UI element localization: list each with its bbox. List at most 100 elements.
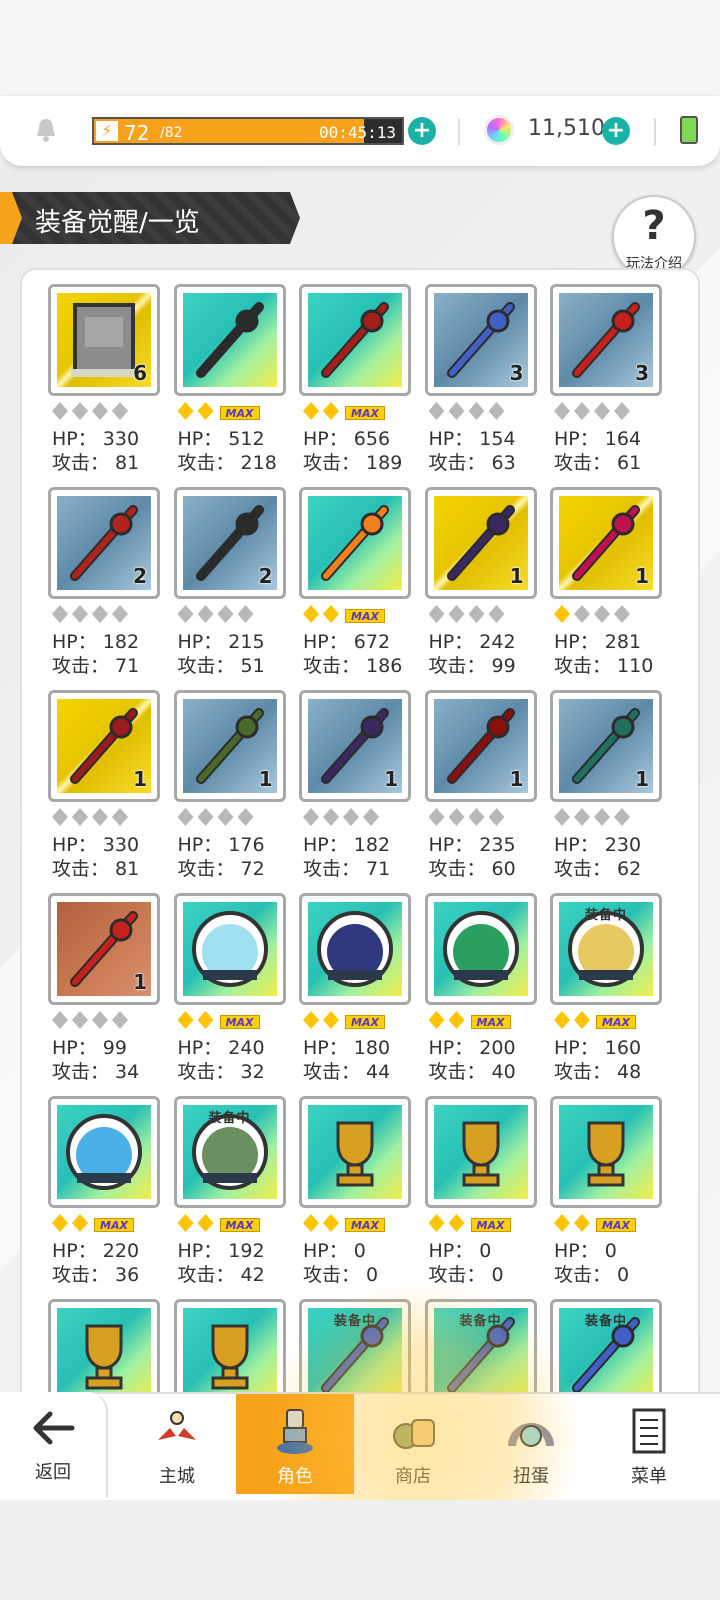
- nav-menu[interactable]: 菜单: [590, 1394, 708, 1494]
- equipment-card[interactable]: [173, 284, 286, 396]
- hp-stat: HP： 154: [428, 428, 516, 450]
- max-badge: MAX: [219, 1218, 260, 1232]
- equipment-card-bg: 1: [433, 496, 528, 590]
- max-badge: MAX: [345, 1218, 385, 1232]
- equipment-item-red-scythe[interactable]: 2 HP： 182 攻击： 71: [48, 487, 160, 683]
- equipment-card[interactable]: [424, 893, 537, 1005]
- equipment-card[interactable]: 2: [48, 487, 160, 599]
- equipment-card[interactable]: 6: [48, 284, 160, 396]
- equipment-item-gold-trophy[interactable]: MAX HP： 0 攻击： 0: [299, 1096, 411, 1292]
- equipment-card[interactable]: 1: [550, 690, 662, 802]
- back-button[interactable]: 返回: [0, 1392, 108, 1498]
- gold-diamond-icon: [197, 1011, 214, 1029]
- gem-icon: [484, 115, 514, 145]
- max-badge: MAX: [470, 1015, 511, 1029]
- equipment-item-forest-orb[interactable]: MAX HP： 240 攻击： 32: [173, 893, 286, 1089]
- gray-diamond-icon: [574, 605, 590, 623]
- equipment-card[interactable]: 1: [173, 690, 286, 802]
- gold-diamond-icon: [323, 605, 339, 623]
- equipped-label: 装备中: [584, 908, 627, 923]
- hp-stat: HP： 281: [554, 631, 642, 653]
- equipment-card[interactable]: 1: [550, 487, 662, 599]
- equipment-item-silver-trophy[interactable]: MAX HP： 0 攻击： 0: [424, 1096, 537, 1292]
- equipment-item-purple-axe[interactable]: 1 HP： 242 攻击： 99: [424, 487, 537, 683]
- equipment-item-blue-sword[interactable]: 3 HP： 154 攻击： 63: [424, 284, 537, 480]
- equipment-card-bg: 装备中: [559, 902, 653, 996]
- gray-diamond-icon: [448, 605, 465, 623]
- gray-diamond-icon: [574, 402, 590, 420]
- attack-stat: 攻击： 99: [428, 655, 516, 677]
- equipment-card-bg: [182, 1308, 277, 1402]
- equipment-card[interactable]: 2: [173, 487, 286, 599]
- nav-shop[interactable]: 商店: [354, 1394, 472, 1494]
- equipment-card[interactable]: [299, 284, 411, 396]
- awakening-stars: [52, 806, 160, 828]
- equipment-card-bg: 1: [559, 699, 653, 793]
- attack-stat: 攻击： 0: [303, 1264, 379, 1286]
- equipment-item-red-spear[interactable]: 3 HP： 164 攻击： 61: [550, 284, 662, 480]
- equipment-item-desert-orb[interactable]: MAX HP： 180 攻击： 44: [299, 893, 411, 1089]
- equipment-item-bronze-trophy[interactable]: MAX HP： 0 攻击： 0: [550, 1096, 662, 1292]
- equipment-card[interactable]: 1: [424, 487, 537, 599]
- equipment-item-dark-pickaxe[interactable]: 2 HP： 215 攻击： 51: [173, 487, 286, 683]
- equipment-card[interactable]: [48, 1096, 160, 1208]
- equipment-card[interactable]: [424, 1096, 537, 1208]
- equipment-item-blue-spear[interactable]: 1 HP： 99 攻击： 34: [48, 893, 160, 1089]
- equipment-card[interactable]: [299, 1096, 411, 1208]
- awakening-stars: [554, 603, 662, 625]
- equipment-card[interactable]: 1: [424, 690, 537, 802]
- equipment-card[interactable]: 1: [48, 690, 160, 802]
- page-title: 装备觉醒/一览: [35, 208, 200, 238]
- equipment-item-ruins-orb[interactable]: 装备中 MAX HP： 160 攻击： 48: [550, 893, 662, 1089]
- equipment-item-red-bow[interactable]: 1 HP： 330 攻击： 81: [48, 690, 160, 886]
- equipment-item-red-chest-armor[interactable]: MAX HP： 656 攻击： 189: [299, 284, 411, 480]
- item-count: 3: [635, 361, 649, 385]
- help-button[interactable]: ? 玩法介绍: [612, 195, 696, 279]
- equipment-item-night-orb[interactable]: 装备中 MAX HP： 192 攻击： 42: [173, 1096, 286, 1292]
- equipment-item-orange-pickaxe[interactable]: MAX HP： 512 攻击： 218: [173, 284, 286, 480]
- gray-diamond-icon: [112, 402, 128, 420]
- equipment-card[interactable]: [299, 487, 411, 599]
- equipment-item-red-boomerang[interactable]: 1 HP： 235 攻击： 60: [424, 690, 537, 886]
- menu-icon: [624, 1406, 674, 1456]
- equipment-card-bg: [308, 496, 402, 590]
- gray-diamond-icon: [197, 808, 214, 826]
- add-energy-button[interactable]: +: [408, 117, 436, 145]
- max-badge: MAX: [345, 406, 385, 420]
- equipment-item-green-gauntlet[interactable]: 1 HP： 230 攻击： 62: [550, 690, 662, 886]
- equipment-item-fire-mace[interactable]: MAX HP： 672 攻击： 186: [299, 487, 411, 683]
- equipment-item-ice-orb[interactable]: MAX HP： 220 攻击： 36: [48, 1096, 160, 1292]
- equipment-card-bg: 1: [57, 699, 151, 793]
- nav-gacha[interactable]: 扭蛋: [472, 1394, 590, 1494]
- max-badge: MAX: [345, 609, 385, 623]
- equipment-item-red-axe[interactable]: 1 HP： 182 攻击： 71: [299, 690, 411, 886]
- equipment-card[interactable]: [550, 1096, 662, 1208]
- equipment-item-ship-orb[interactable]: MAX HP： 200 攻击： 40: [424, 893, 537, 1089]
- hp-stat: HP： 99: [52, 1037, 127, 1059]
- attack-stat: 攻击： 32: [177, 1061, 265, 1083]
- add-gems-button[interactable]: +: [602, 117, 630, 145]
- equipment-card-bg: 装备中: [308, 1308, 402, 1402]
- gold-diamond-icon: [554, 1011, 570, 1029]
- equipment-card[interactable]: [299, 893, 411, 1005]
- equipment-card[interactable]: [173, 893, 286, 1005]
- equipment-item-stone-tablet[interactable]: 6 HP： 330 攻击： 81: [48, 284, 160, 480]
- equipment-card[interactable]: 3: [424, 284, 537, 396]
- equipment-card[interactable]: 3: [550, 284, 662, 396]
- gray-diamond-icon: [614, 605, 630, 623]
- equipment-item-green-halberd[interactable]: 1 HP： 176 攻击： 72: [173, 690, 286, 886]
- gold-diamond-icon: [177, 1214, 194, 1232]
- nav-town[interactable]: 主城: [118, 1394, 236, 1494]
- attack-stat: 攻击： 81: [52, 452, 140, 474]
- equipment-card[interactable]: 1: [299, 690, 411, 802]
- equipment-card[interactable]: 装备中: [173, 1096, 286, 1208]
- equipment-card-bg: 装备中: [559, 1308, 653, 1402]
- gray-diamond-icon: [448, 808, 465, 826]
- equipped-label: 装备中: [208, 1111, 251, 1126]
- equipment-item-star-staff[interactable]: 1 HP： 281 攻击： 110: [550, 487, 662, 683]
- equipment-card[interactable]: 1: [48, 893, 160, 1005]
- nav-character[interactable]: 角色: [236, 1394, 354, 1494]
- max-badge: MAX: [596, 1218, 636, 1232]
- bell-icon[interactable]: [32, 116, 60, 144]
- equipment-card[interactable]: 装备中: [550, 893, 662, 1005]
